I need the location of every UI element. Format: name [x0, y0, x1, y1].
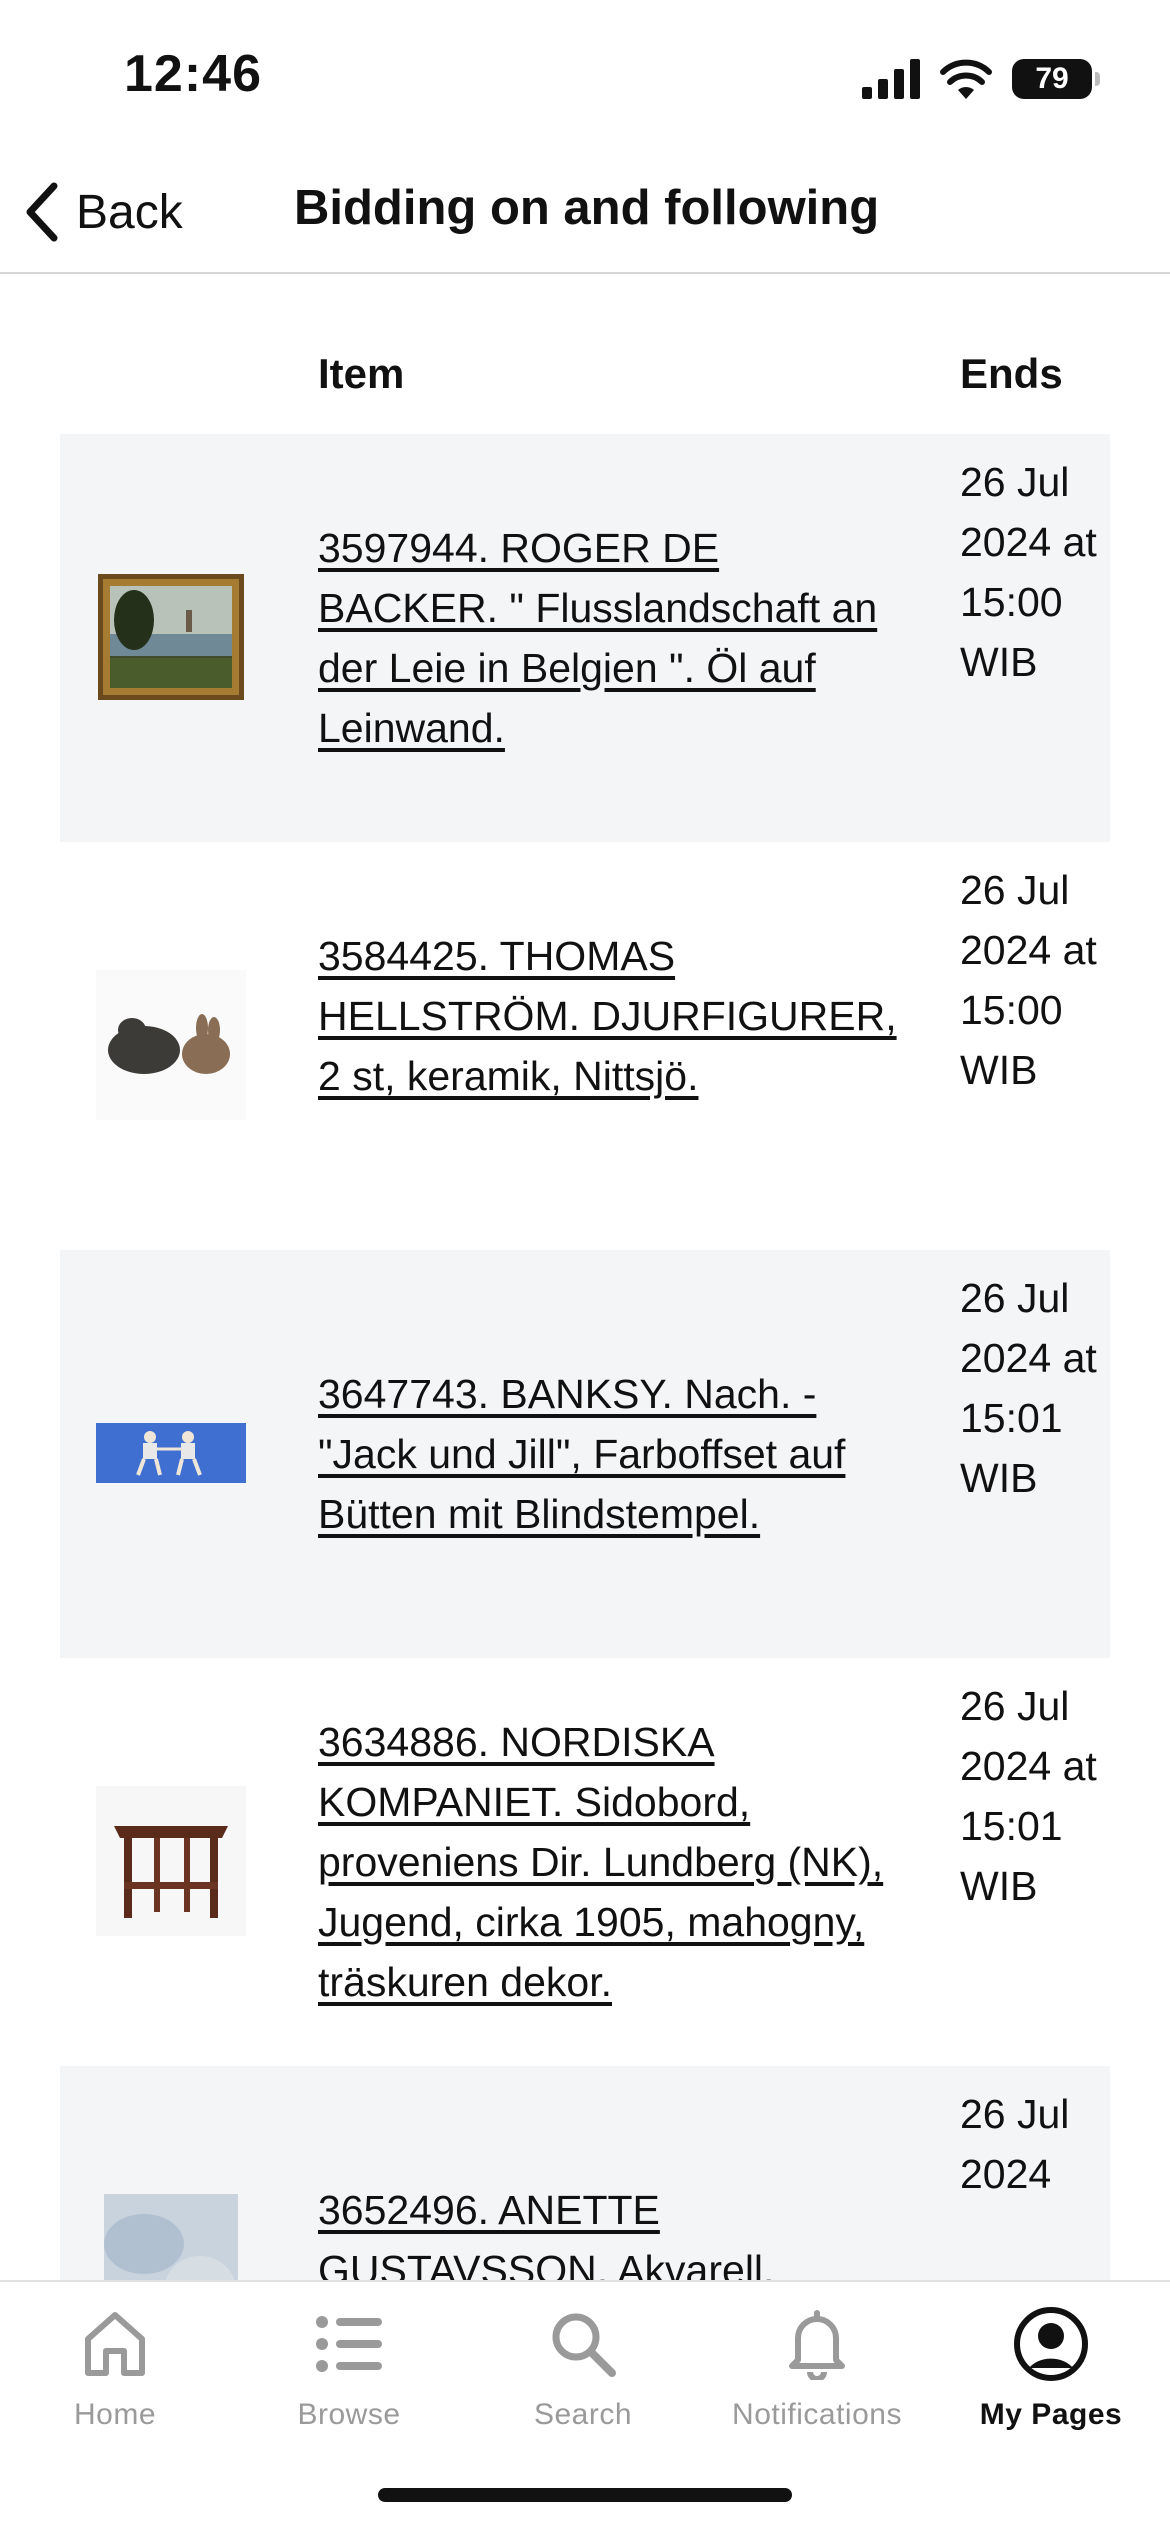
list-icon: [309, 2304, 389, 2384]
framed-landscape-painting-image: [98, 574, 244, 700]
chevron-left-icon: [26, 182, 58, 242]
tab-label: Search: [533, 2398, 633, 2431]
item-end-time: 26 Jul 2024: [960, 2091, 1070, 2197]
item-thumbnail[interactable]: [96, 562, 246, 712]
screen: 12:46 79 Back Bidding on and following I…: [0, 0, 1170, 2532]
nav-bar: Back Bidding on and following: [0, 150, 1170, 274]
tab-browse[interactable]: Browse: [234, 2304, 464, 2444]
search-icon: [543, 2304, 623, 2384]
column-header-ends: Ends: [960, 350, 1063, 397]
item-thumbnail[interactable]: [96, 1786, 246, 1936]
tab-my-pages[interactable]: My Pages: [936, 2304, 1166, 2444]
mahogany-side-table-image: [96, 1786, 246, 1936]
status-icons: 79: [862, 56, 1100, 102]
home-indicator[interactable]: [378, 2488, 792, 2502]
item-title-link[interactable]: 3647743. BANKSY. Nach. - "Jack und Jill"…: [318, 1364, 898, 1544]
column-header-item: Item: [318, 350, 405, 397]
tab-label: Browse: [297, 2398, 401, 2431]
table-body: 3597944. ROGER DE BACKER. " Flusslandsch…: [60, 434, 1110, 2280]
item-end-time: 26 Jul 2024 at 15:00 WIB: [960, 459, 1097, 685]
tab-label: Home: [73, 2398, 157, 2431]
item-thumbnail[interactable]: [96, 2194, 246, 2280]
tab-label: Notifications: [732, 2398, 902, 2431]
signal-icon: [862, 59, 920, 99]
item-end-time: 26 Jul 2024 at 15:00 WIB: [960, 867, 1097, 1093]
table-header: Item Ends: [0, 350, 1170, 410]
item-title-link[interactable]: 3634886. NORDISKA KOMPANIET. Sidobord, p…: [318, 1712, 898, 2012]
back-button[interactable]: Back: [22, 176, 183, 248]
table-row[interactable]: 3652496. ANETTE GUSTAVSSON. Akvarell. 26…: [60, 2066, 1110, 2280]
table-row[interactable]: 3634886. NORDISKA KOMPANIET. Sidobord, p…: [60, 1658, 1110, 2066]
tab-home[interactable]: Home: [0, 2304, 230, 2444]
item-end-time: 26 Jul 2024 at 15:01 WIB: [960, 1683, 1097, 1909]
item-end-time: 26 Jul 2024 at 15:01 WIB: [960, 1275, 1097, 1501]
back-label: Back: [76, 185, 183, 239]
page-title: Bidding on and following: [294, 181, 880, 235]
battery-icon: 79: [1012, 59, 1100, 99]
user-circle-icon: [1011, 2304, 1091, 2384]
item-title-link[interactable]: 3584425. THOMAS HELLSTRÖM. DJURFIGURER, …: [318, 926, 898, 1106]
bids-table: Item Ends 3597944. ROGER DE BACKER. " Fl…: [0, 274, 1170, 2280]
battery-level: 79: [1035, 62, 1069, 95]
status-bar: 12:46 79: [0, 0, 1170, 150]
table-row[interactable]: 3647743. BANKSY. Nach. - "Jack und Jill"…: [60, 1250, 1110, 1658]
bell-icon: [777, 2304, 857, 2384]
blue-print-two-children-image: [96, 1423, 246, 1483]
item-title-link[interactable]: 3597944. ROGER DE BACKER. " Flusslandsch…: [318, 518, 898, 758]
table-row[interactable]: 3597944. ROGER DE BACKER. " Flusslandsch…: [60, 434, 1110, 842]
watercolor-painting-image: [104, 2194, 238, 2280]
item-thumbnail[interactable]: [96, 970, 246, 1120]
tab-label: My Pages: [979, 2398, 1123, 2431]
tab-notifications[interactable]: Notifications: [702, 2304, 932, 2444]
table-row[interactable]: 3584425. THOMAS HELLSTRÖM. DJURFIGURER, …: [60, 842, 1110, 1250]
home-icon: [75, 2304, 155, 2384]
tab-search[interactable]: Search: [468, 2304, 698, 2444]
item-thumbnail[interactable]: [96, 1378, 246, 1528]
status-time: 12:46: [124, 45, 262, 103]
item-title-link[interactable]: 3652496. ANETTE GUSTAVSSON. Akvarell.: [318, 2180, 898, 2280]
ceramic-animal-figurines-image: [96, 970, 246, 1120]
wifi-icon: [940, 59, 992, 99]
